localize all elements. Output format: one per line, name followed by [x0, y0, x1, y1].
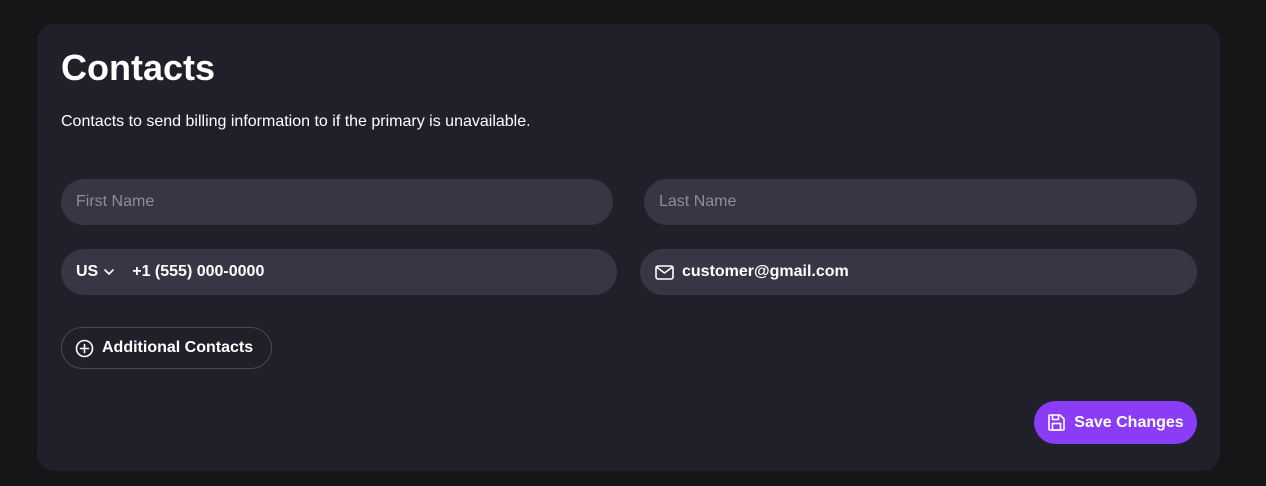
email-field[interactable]: customer@gmail.com	[640, 249, 1197, 295]
country-code-label: US	[76, 263, 99, 280]
last-name-field[interactable]	[644, 179, 1197, 225]
first-name-input[interactable]	[76, 193, 613, 211]
phone-field[interactable]: US +1 (555) 000-0000	[61, 249, 617, 295]
save-changes-button[interactable]: Save Changes	[1034, 401, 1197, 444]
phone-number-value[interactable]: +1 (555) 000-0000	[132, 263, 264, 281]
first-name-field[interactable]	[61, 179, 613, 225]
save-changes-label: Save Changes	[1074, 413, 1184, 431]
floppy-disk-icon	[1047, 413, 1066, 432]
contacts-card: Contacts Contacts to send billing inform…	[37, 24, 1220, 471]
page-title: Contacts	[61, 47, 216, 88]
section-description: Contacts to send billing information to …	[61, 113, 531, 130]
chevron-down-icon	[102, 265, 116, 279]
additional-contacts-button[interactable]: Additional Contacts	[61, 327, 273, 369]
plus-circle-icon	[75, 339, 94, 358]
last-name-input[interactable]	[659, 193, 1197, 211]
mail-icon	[655, 264, 674, 280]
country-code-select[interactable]: US	[76, 263, 116, 281]
email-value[interactable]: customer@gmail.com	[682, 263, 849, 281]
additional-contacts-label: Additional Contacts	[102, 339, 254, 356]
